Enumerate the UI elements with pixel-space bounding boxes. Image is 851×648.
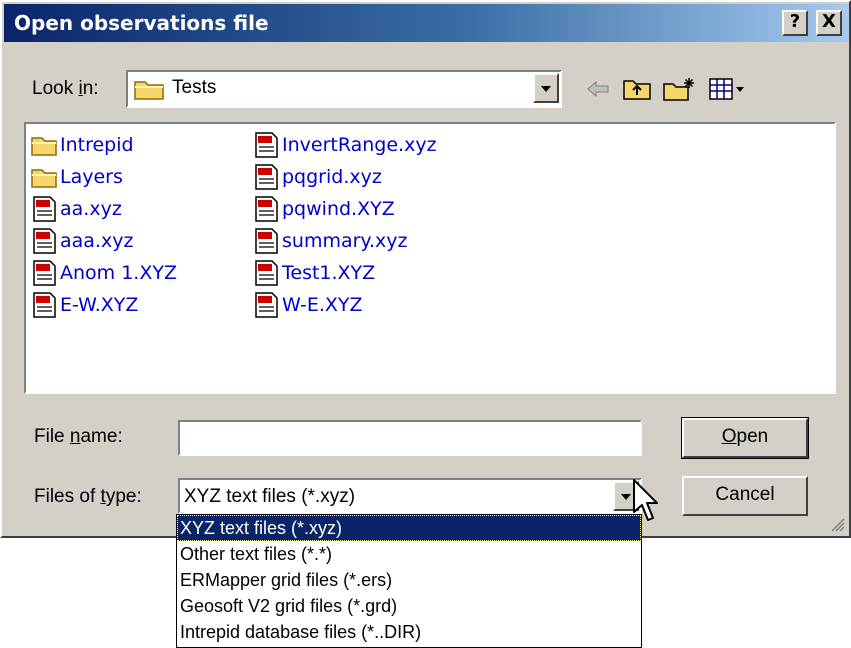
doc-file-icon [255, 196, 278, 222]
list-item[interactable]: aaa.xyz [30, 226, 133, 256]
back-arrow-icon[interactable] [584, 76, 612, 102]
dropdown-option[interactable]: ERMapper grid files (*.ers) [177, 567, 641, 593]
list-item[interactable]: W-E.XYZ [252, 290, 363, 320]
folder-icon [31, 169, 57, 188]
cancel-button[interactable]: Cancel [682, 476, 808, 516]
doc-file-icon [33, 196, 56, 222]
folder-icon [134, 81, 164, 100]
dropdown-option[interactable]: XYZ text files (*.xyz) [177, 515, 641, 541]
list-item[interactable]: aa.xyz [30, 194, 122, 224]
look-in-value: Tests [172, 77, 217, 98]
up-folder-icon[interactable] [622, 76, 652, 102]
open-button[interactable]: Open [681, 417, 809, 459]
files-of-type-label: Files of type: [34, 486, 142, 507]
dropdown-option[interactable]: Other text files (*.*) [177, 541, 641, 567]
list-item[interactable]: pqwind.XYZ [252, 194, 395, 224]
dropdown-option[interactable]: Geosoft V2 grid files (*.grd) [177, 593, 641, 619]
view-menu-icon[interactable] [708, 76, 748, 102]
help-button[interactable]: ? [782, 10, 808, 36]
list-item[interactable]: Layers [30, 162, 123, 192]
doc-file-icon [255, 132, 278, 158]
doc-file-icon [33, 292, 56, 318]
look-in-label: Look in: [32, 78, 99, 99]
close-button[interactable]: X [816, 10, 842, 36]
mouse-cursor-icon [633, 479, 658, 521]
list-item[interactable]: Test1.XYZ [252, 258, 375, 288]
doc-file-icon [255, 292, 278, 318]
list-item[interactable]: InvertRange.xyz [252, 130, 437, 160]
doc-file-icon [255, 228, 278, 254]
file-name-label: File name: [34, 426, 123, 447]
dropdown-option[interactable]: Intrepid database files (*..DIR) [177, 619, 641, 645]
new-folder-icon[interactable] [662, 76, 696, 102]
doc-file-icon [33, 260, 56, 286]
file-type-dropdown-list[interactable]: XYZ text files (*.xyz) Other text files … [176, 514, 642, 648]
doc-file-icon [255, 164, 278, 190]
list-item[interactable]: Anom 1.XYZ [30, 258, 177, 288]
open-file-dialog: Open observations file ? X Look in: Test… [0, 0, 851, 538]
file-type-combo[interactable]: XYZ text files (*.xyz) [178, 478, 642, 514]
folder-icon [31, 137, 57, 156]
look-in-dropdown-button[interactable] [533, 73, 559, 103]
dialog-title: Open observations file [14, 11, 269, 35]
list-item[interactable]: E-W.XYZ [30, 290, 138, 320]
doc-file-icon [255, 260, 278, 286]
list-item[interactable]: Intrepid [30, 130, 134, 160]
list-item[interactable]: pqgrid.xyz [252, 162, 382, 192]
resize-grip-icon[interactable] [831, 518, 845, 532]
title-bar: Open observations file ? X [4, 4, 849, 42]
look-in-combo[interactable]: Tests [126, 70, 562, 108]
doc-file-icon [33, 228, 56, 254]
file-name-input[interactable] [178, 420, 642, 456]
file-type-value: XYZ text files (*.xyz) [184, 486, 356, 507]
list-item[interactable]: summary.xyz [252, 226, 407, 256]
file-list[interactable]: Intrepid Layers aa.xyz aaa.xyz Anom 1.XY… [24, 122, 836, 394]
